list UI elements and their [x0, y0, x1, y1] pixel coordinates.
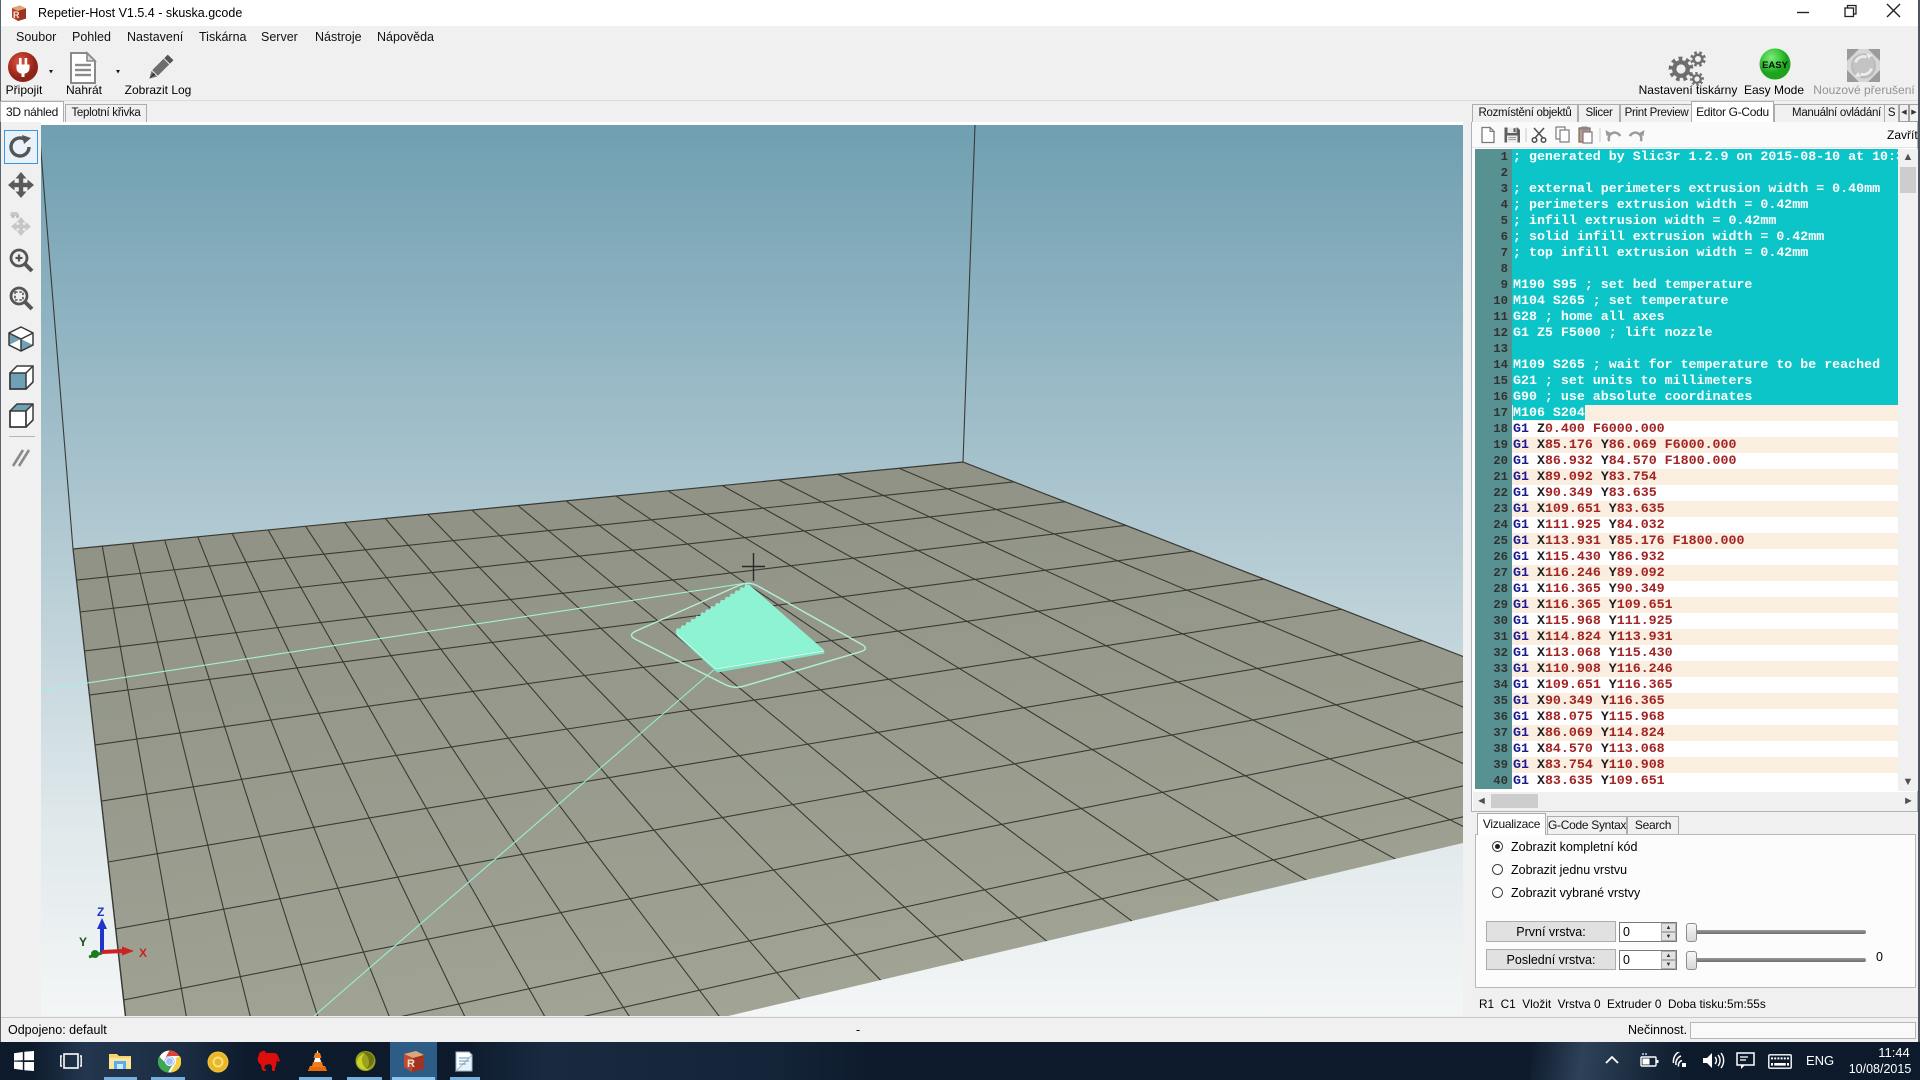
svg-text:Z: Z — [97, 905, 104, 919]
svg-text:EASY: EASY — [1762, 60, 1789, 71]
svg-text:X: X — [139, 946, 147, 960]
svg-text:Y: Y — [79, 935, 87, 949]
svg-text:R: R — [407, 1058, 415, 1070]
svg-text:R: R — [13, 10, 20, 20]
